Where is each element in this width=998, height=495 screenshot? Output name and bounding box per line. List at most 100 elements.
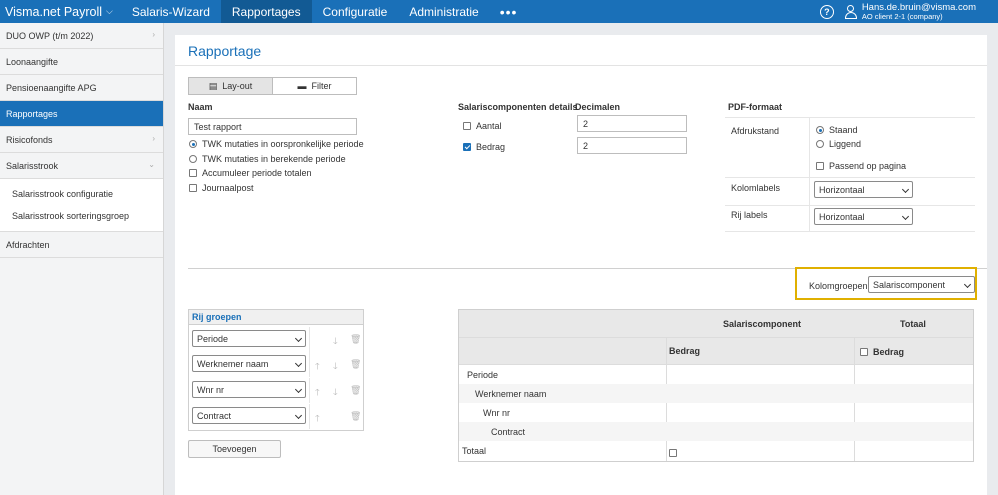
option-label: Bedrag [873,347,905,357]
checkbox[interactable] [816,162,824,170]
sidebar-item-salarisstrook[interactable]: Salarisstrook ⌄ [0,153,163,179]
checkbox[interactable] [669,449,677,457]
grid-line [725,177,975,178]
chevron-down-icon [294,359,303,368]
sidebar-subitem-configuratie[interactable]: Salarisstrook configuratie [0,183,163,205]
sidebar-item-label: Salarisstrook [6,160,59,171]
option-label: Staand [829,125,858,135]
user-icon[interactable] [844,4,858,19]
trash-icon[interactable]: 🗑 [350,334,361,345]
sidebar-subitem-sorteringsgroep[interactable]: Salarisstrook sorteringsgroep [0,205,163,227]
naam-label: Naam [188,102,213,112]
rij-groep-select-wnr[interactable]: Wnr nr [192,381,306,398]
option-bedrag[interactable]: Bedrag [463,142,505,152]
rij-groep-row: Werknemer naam 🡑 🡓 🗑 [189,352,363,377]
option-staand[interactable]: Staand [816,125,858,135]
app-brand-label: Visma.net Payroll [5,4,103,19]
nav-salaris-wizard[interactable]: Salaris-Wizard [121,0,221,23]
pdf-format-label: PDF-formaat [728,102,783,112]
sidebar-item-risicofonds[interactable]: Risicofonds › [0,127,163,153]
tab-filter[interactable]: ▬ Filter [273,78,356,94]
checkbox[interactable] [189,184,197,192]
totaal-checkbox[interactable] [669,449,682,457]
tab-layout[interactable]: ▤ Lay-out [189,78,273,94]
sidebar-item-duo-owp[interactable]: DUO OWP (t/m 2022) › [0,23,163,49]
rij-groep-select-periode[interactable]: Periode [192,330,306,347]
option-label: Passend op pagina [829,161,907,171]
trash-icon[interactable]: 🗑 [350,411,361,422]
radio-button[interactable] [189,140,197,148]
aantal-decimals-input[interactable]: 2 [577,115,687,132]
sidebar-item-afdrachten[interactable]: Afdrachten [0,232,163,258]
sidebar-item-rapportages[interactable]: Rapportages [0,101,163,127]
checkbox[interactable] [189,169,197,177]
arrow-up-icon[interactable]: 🡑 [315,359,320,375]
nav-configuratie[interactable]: Configuratie [312,0,399,23]
select-value: Horizontaal [819,211,865,222]
radio-button[interactable] [816,140,824,148]
nav-administratie[interactable]: Administratie [398,0,489,23]
chevron-right-icon: › [152,30,155,39]
checkbox[interactable] [860,348,868,356]
trash-icon[interactable]: 🗑 [350,359,361,370]
user-area: ? Hans.de.bruin@visma.com AO client 2-1 … [819,0,998,23]
user-client: AO client 2-1 (company) [861,11,943,21]
option-journaalpost[interactable]: Journaalpost [189,183,254,193]
help-icon[interactable]: ? [819,4,834,19]
arrow-up-icon[interactable]: 🡑 [315,411,320,427]
option-aantal[interactable]: Aantal [463,121,502,131]
sidebar-item-pensioenaangifte[interactable]: Pensioenaangifte APG [0,75,163,101]
rij-groep-select-werknemer[interactable]: Werknemer naam [192,355,306,372]
sidebar-item-label: Rapportages [6,108,58,119]
option-twk-oorspronkelijk[interactable]: TWK mutaties in oorspronkelijke periode [189,139,364,149]
option-liggend[interactable]: Liggend [816,139,861,149]
kolomgroepen-highlight: Kolomgroepen Salariscomponent [795,267,977,300]
chevron-down-icon: ⌄ [148,160,155,169]
bedrag-decimals-input[interactable]: 2 [577,137,687,154]
chevron-down-icon [901,185,910,194]
chevron-down-icon [294,334,303,343]
trash-icon[interactable]: 🗑 [350,385,361,396]
grid-line [725,205,975,206]
user-info[interactable]: Hans.de.bruin@visma.com AO client 2-1 (c… [861,2,976,21]
rij-groep-row: Periode 🡓 🗑 [189,327,363,352]
option-accumuleer[interactable]: Accumuleer periode totalen [189,168,312,178]
sidebar-item-loonaangifte[interactable]: Loonaangifte [0,49,163,75]
option-label: Accumuleer periode totalen [202,168,312,178]
checkbox[interactable] [463,143,471,151]
chevron-down-icon [901,212,910,221]
totaal-header: Totaal [900,319,926,329]
radio-button[interactable] [189,155,197,163]
rij-groepen-title: Rij groepen [189,310,363,325]
select-value: Horizontaal [819,184,865,195]
salaris-details-label: Salariscomponenten details [458,102,578,112]
nav-rapportages[interactable]: Rapportages [220,0,312,23]
bedrag-totaal-option[interactable]: Bedrag [860,347,904,357]
preview-row-totaal: Totaal [462,446,487,456]
arrow-down-icon[interactable]: 🡓 [333,385,338,401]
kolomlabels-select[interactable]: Horizontaal [814,181,913,198]
more-menu-button[interactable]: ••• [490,0,528,23]
chevron-down-icon [963,280,972,289]
rijlabels-select[interactable]: Horizontaal [814,208,913,225]
rij-groep-select-contract[interactable]: Contract [192,407,306,424]
arrow-down-icon[interactable]: 🡓 [333,359,338,375]
preview-row-periode: Periode [467,370,499,380]
option-label: Bedrag [476,142,506,152]
grid-line [725,231,975,232]
naam-input[interactable]: Test rapport [188,118,357,135]
main-panel: Rapportage ▤ Lay-out ▬ Filter Naam Test … [175,35,987,495]
option-passend[interactable]: Passend op pagina [816,161,906,171]
arrow-down-icon[interactable]: 🡓 [333,334,338,350]
option-twk-berekend[interactable]: TWK mutaties in berekende periode [189,154,346,164]
rij-groep-row: Contract 🡑 🗑 [189,404,363,429]
checkbox[interactable] [463,122,471,130]
kolomgroepen-select[interactable]: Salariscomponent [868,276,975,293]
toevoegen-button[interactable]: Toevoegen [188,440,281,458]
document-icon: ▤ [208,80,218,91]
page-title: Rapportage [188,43,262,59]
radio-button[interactable] [816,126,824,134]
arrow-up-icon[interactable]: 🡑 [315,385,320,401]
option-label: TWK mutaties in oorspronkelijke periode [202,139,364,149]
app-brand-menu[interactable]: Visma.net Payroll ⌵ [0,0,121,23]
